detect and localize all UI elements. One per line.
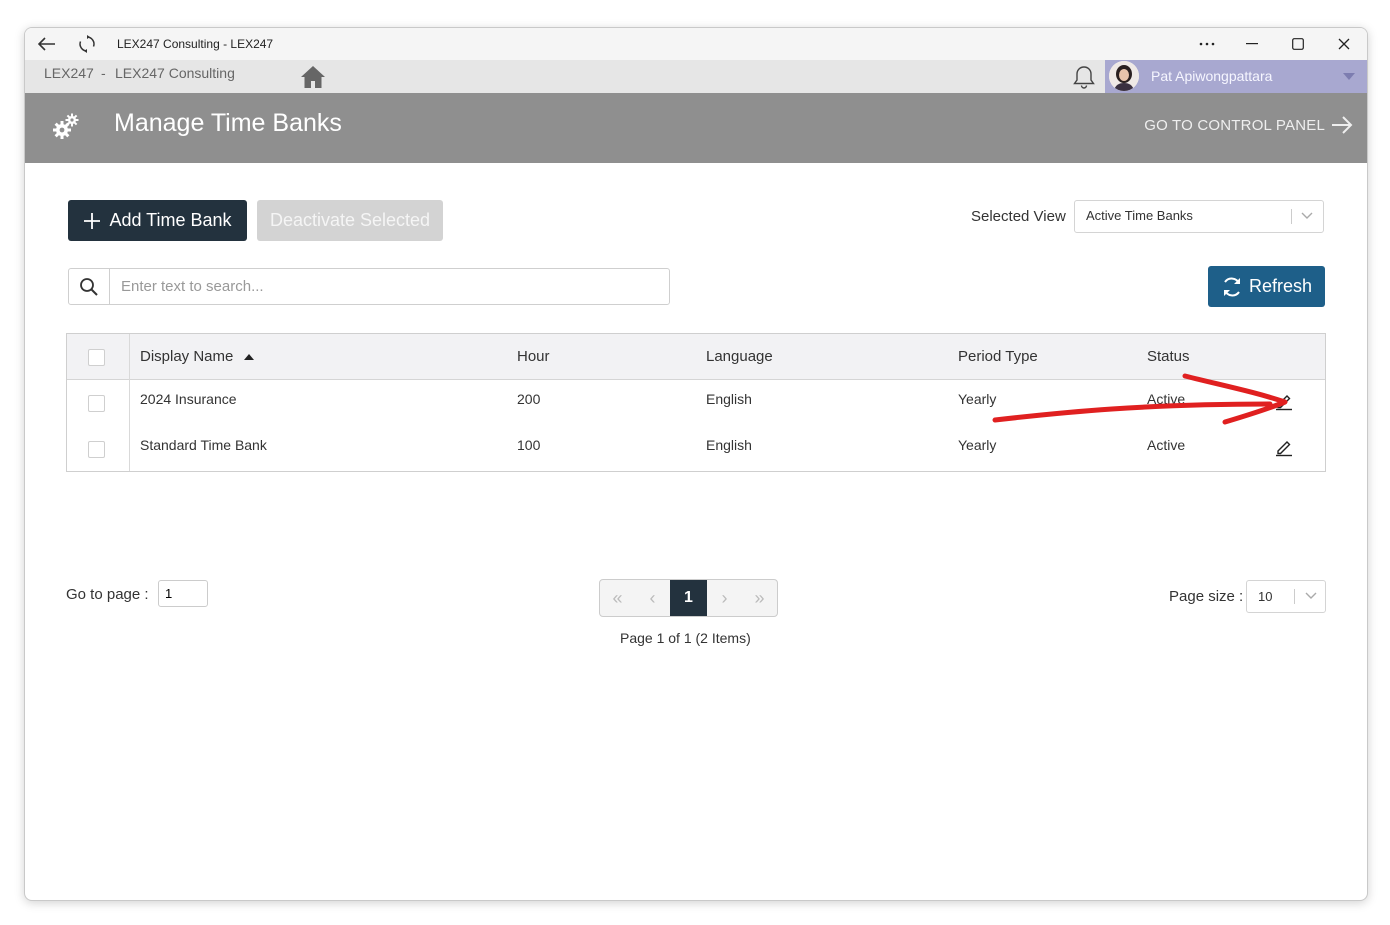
plus-icon bbox=[84, 212, 101, 229]
minimize-icon[interactable] bbox=[1240, 32, 1264, 56]
control-panel-label: GO TO CONTROL PANEL bbox=[1144, 116, 1325, 134]
app-window: LEX247 Consulting - LEX247 LEX247 - LEX2… bbox=[24, 27, 1368, 901]
breadcrumb-company[interactable]: LEX247 bbox=[44, 65, 94, 81]
search-input[interactable] bbox=[119, 277, 653, 296]
page-size-value: 10 bbox=[1258, 589, 1273, 604]
sort-asc-icon bbox=[243, 354, 254, 361]
search-icon[interactable] bbox=[69, 269, 110, 304]
bell-icon[interactable] bbox=[1071, 64, 1097, 90]
sync-icon bbox=[1223, 277, 1240, 296]
user-menu[interactable]: Pat Apiwongpattara bbox=[1105, 60, 1367, 93]
nav-bar: LEX247 - LEX247 Consulting Pat Apiwongpa… bbox=[25, 60, 1367, 93]
cell-hour: 200 bbox=[517, 391, 541, 407]
page-button-current[interactable]: 1 bbox=[670, 580, 707, 616]
page-size-dropdown[interactable]: 10 bbox=[1246, 580, 1326, 613]
selected-view-dropdown[interactable]: Active Time Banks bbox=[1074, 200, 1324, 233]
selected-view-value: Active Time Banks bbox=[1086, 208, 1193, 223]
first-page-button[interactable]: « bbox=[600, 580, 635, 616]
page-size-label: Page size : bbox=[1169, 588, 1244, 605]
column-header-language[interactable]: Language bbox=[706, 348, 773, 365]
add-time-bank-button[interactable]: Add Time Bank bbox=[68, 200, 247, 241]
refresh-cycle-icon[interactable] bbox=[75, 32, 99, 56]
cell-display-name: Standard Time Bank bbox=[140, 437, 267, 453]
avatar bbox=[1109, 61, 1139, 91]
breadcrumb-separator: - bbox=[101, 65, 106, 81]
row-checkbox[interactable] bbox=[88, 441, 105, 458]
deactivate-selected-button[interactable]: Deactivate Selected bbox=[257, 200, 443, 241]
home-button[interactable] bbox=[273, 60, 353, 93]
maximize-icon[interactable] bbox=[1286, 32, 1310, 56]
row-checkbox[interactable] bbox=[88, 395, 105, 412]
column-header-status[interactable]: Status bbox=[1147, 348, 1190, 365]
add-time-bank-label: Add Time Bank bbox=[109, 210, 232, 230]
go-to-page-input[interactable] bbox=[163, 585, 205, 602]
window-title: LEX247 Consulting - LEX247 bbox=[117, 37, 274, 51]
column-header-hour[interactable]: Hour bbox=[517, 348, 550, 365]
column-header-display-name[interactable]: Display Name bbox=[140, 348, 254, 365]
selected-view-label: Selected View bbox=[971, 208, 1066, 225]
cell-hour: 100 bbox=[517, 437, 541, 453]
breadcrumb: LEX247 - LEX247 Consulting bbox=[25, 60, 273, 93]
pager: « ‹ 1 › » bbox=[599, 579, 778, 617]
cell-status: Active bbox=[1147, 437, 1186, 453]
last-page-button[interactable]: » bbox=[742, 580, 777, 616]
cell-display-name: 2024 Insurance bbox=[140, 391, 237, 407]
annotation-arrow bbox=[992, 373, 1288, 425]
page-title: Manage Time Banks bbox=[114, 109, 342, 137]
back-arrow-icon[interactable] bbox=[35, 32, 59, 56]
column-header-period-type[interactable]: Period Type bbox=[958, 348, 1038, 365]
arrow-right-icon bbox=[1332, 116, 1353, 134]
cell-period-type: Yearly bbox=[958, 437, 997, 453]
select-all-checkbox[interactable] bbox=[88, 349, 105, 366]
prev-page-button[interactable]: ‹ bbox=[635, 580, 670, 616]
chevron-down-icon bbox=[1299, 207, 1315, 228]
refresh-label: Refresh bbox=[1248, 276, 1313, 296]
page-info: Page 1 of 1 (2 Items) bbox=[620, 630, 751, 646]
gears-icon bbox=[51, 111, 81, 141]
close-icon[interactable] bbox=[1332, 32, 1356, 56]
cell-language: English bbox=[706, 437, 752, 453]
search-box bbox=[68, 268, 670, 305]
page-header: Manage Time Banks GO TO CONTROL PANEL bbox=[25, 93, 1367, 163]
chevron-down-icon bbox=[1303, 587, 1319, 608]
title-bar: LEX247 Consulting - LEX247 bbox=[25, 28, 1367, 60]
pencil-icon[interactable] bbox=[1274, 437, 1294, 457]
go-to-page-field[interactable] bbox=[158, 580, 208, 607]
refresh-button[interactable]: Refresh bbox=[1208, 266, 1325, 307]
next-page-button[interactable]: › bbox=[707, 580, 742, 616]
control-panel-link[interactable]: GO TO CONTROL PANEL bbox=[1144, 116, 1353, 134]
chevron-down-icon bbox=[1343, 73, 1355, 80]
go-to-page-label: Go to page : bbox=[66, 586, 149, 603]
cell-language: English bbox=[706, 391, 752, 407]
more-icon[interactable] bbox=[1195, 32, 1219, 56]
user-name: Pat Apiwongpattara bbox=[1151, 68, 1273, 84]
breadcrumb-office[interactable]: LEX247 Consulting bbox=[115, 65, 235, 81]
home-icon bbox=[301, 65, 325, 88]
